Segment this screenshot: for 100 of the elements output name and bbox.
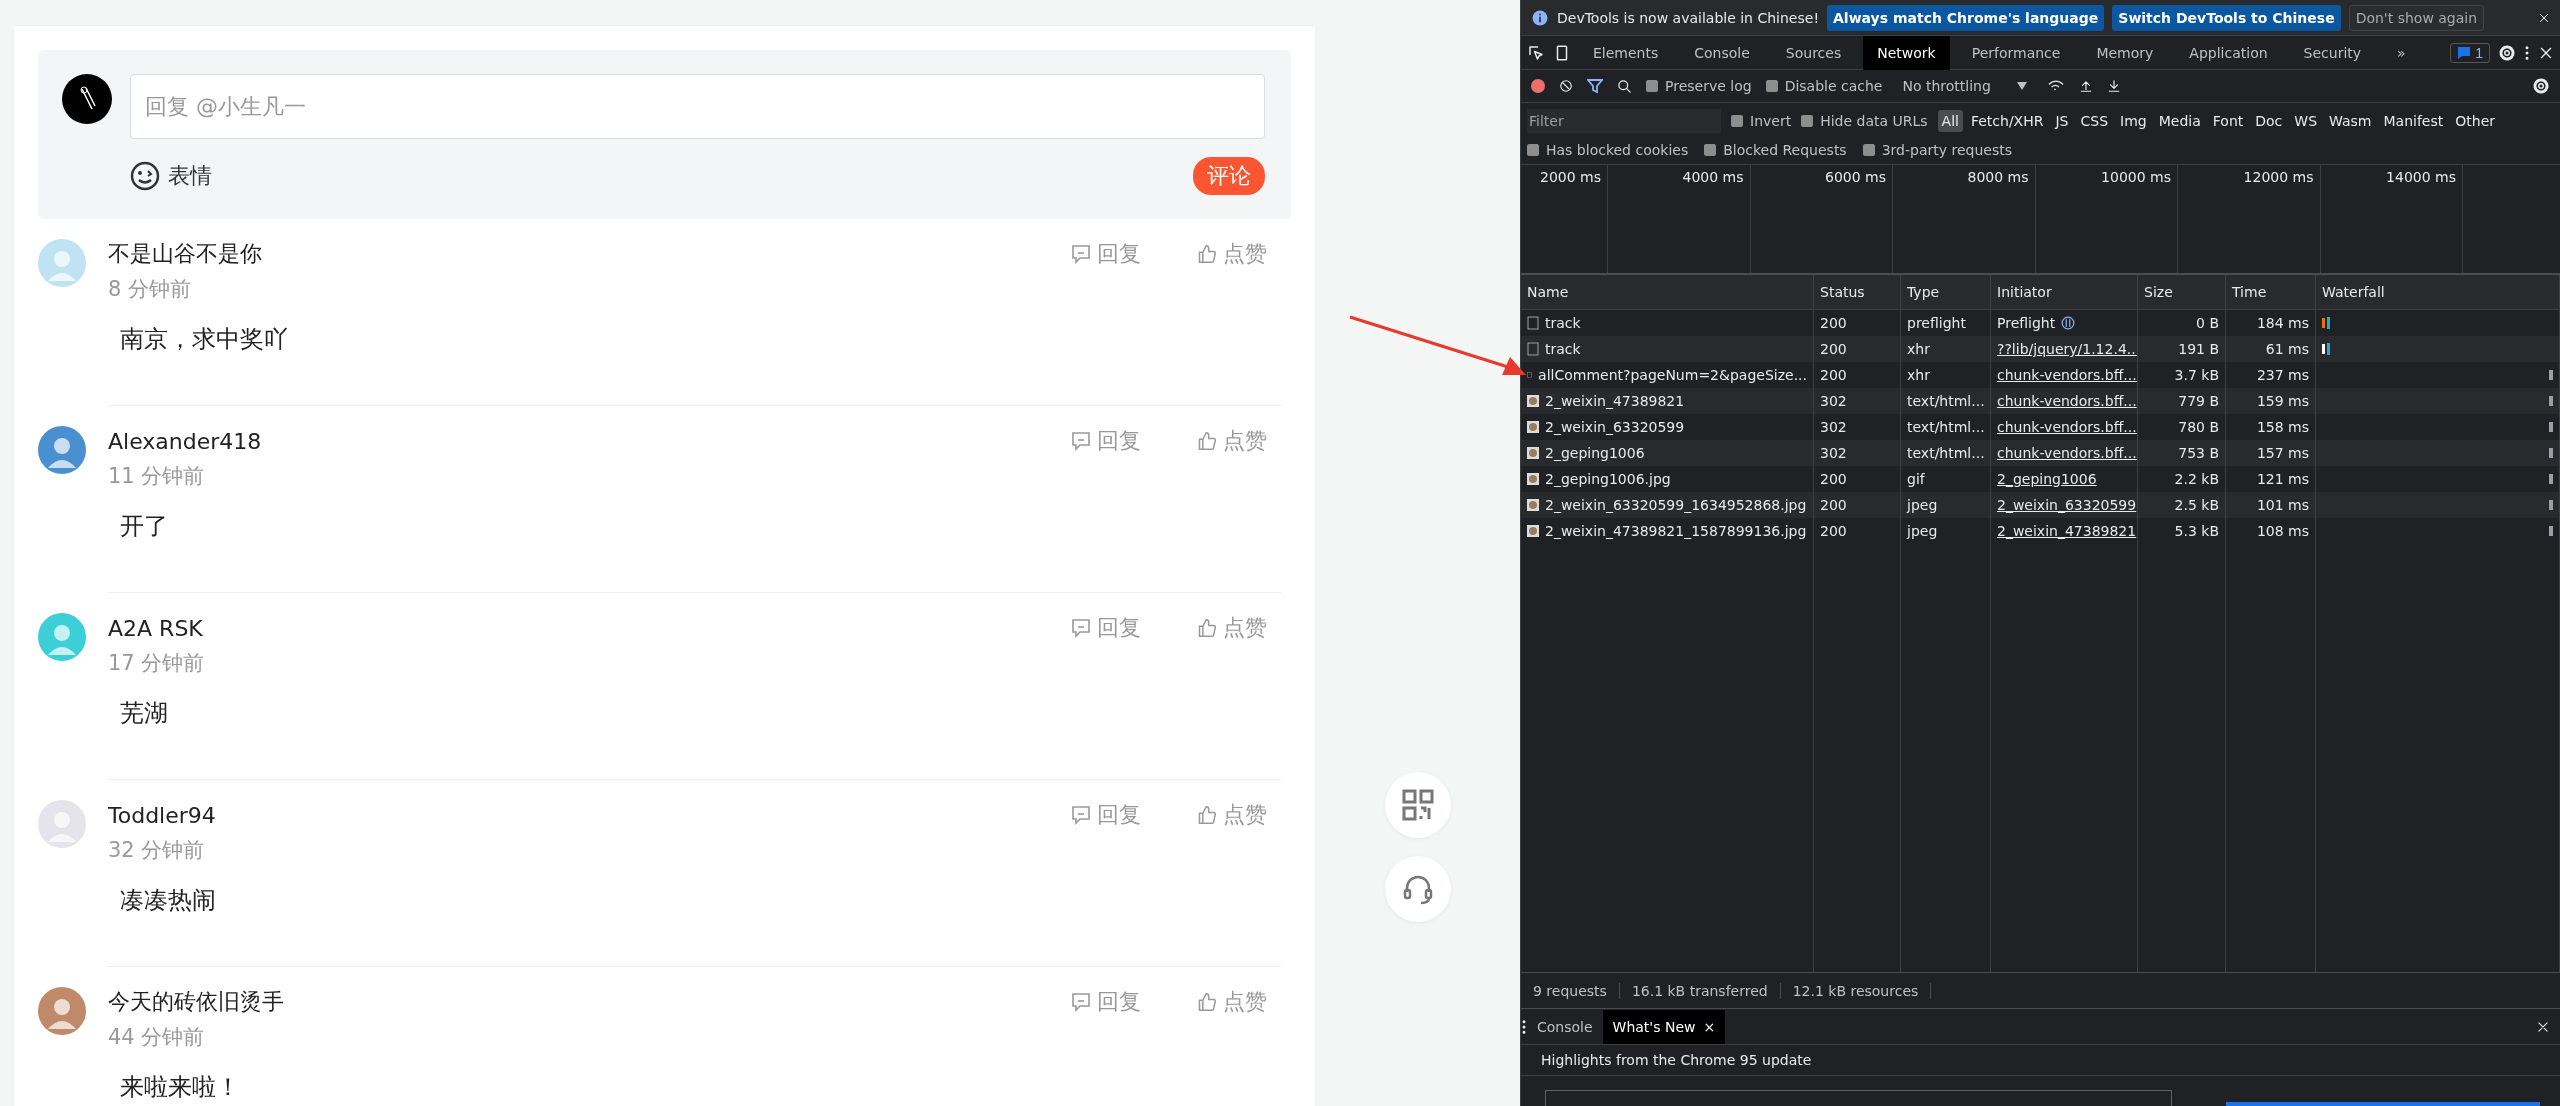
table-cell: 158 ms [2256, 419, 2309, 435]
close-icon[interactable] [2536, 1019, 2550, 1034]
more-tabs-button[interactable]: » [2383, 35, 2420, 70]
resource-type-filter[interactable]: Fetch/XHR [1966, 110, 2048, 132]
more-menu-icon[interactable] [2524, 43, 2530, 62]
initiator-link[interactable]: chunk-vendors.bff... [1997, 367, 2137, 383]
search-icon[interactable] [1617, 78, 1632, 94]
request-name[interactable]: 2_geping1006.jpg [1545, 471, 1671, 487]
timeline-tick: 14000 ms [2386, 169, 2456, 187]
devtools-tab[interactable]: Memory [2082, 35, 2168, 70]
request-name[interactable]: track [1545, 341, 1581, 357]
column-header[interactable]: Initiator [1997, 284, 2052, 300]
issues-button[interactable]: 1 [2450, 42, 2490, 63]
comment-text: 凑凑热闹 [120, 885, 217, 916]
column-header[interactable]: Time [2232, 284, 2267, 300]
request-name[interactable]: 2_weixin_63320599 [1545, 419, 1685, 435]
devtools-tab[interactable]: Performance [1957, 35, 2075, 70]
thumbs-up-icon [1197, 805, 1217, 825]
drawer-tab[interactable]: Console [1527, 1009, 1603, 1044]
close-icon[interactable] [2538, 11, 2550, 24]
reply-input[interactable]: 回复 @小生凡一 [130, 74, 1265, 139]
comment-time: 32 分钟前 [108, 837, 206, 864]
table-cell: 61 ms [2265, 341, 2309, 357]
user-name[interactable]: 不是山谷不是你 [108, 239, 262, 269]
user-name[interactable]: 今天的砖依旧烫手 [108, 987, 284, 1017]
table-cell: preflight [1907, 315, 1966, 331]
column-header[interactable]: Size [2144, 284, 2173, 300]
preserve-log-checkbox[interactable]: Preserve log [1646, 78, 1752, 94]
devtools-tab[interactable]: Elements [1579, 35, 1673, 70]
resource-type-filter[interactable]: Manifest [2379, 110, 2448, 132]
user-name[interactable]: A2A RSK [108, 615, 203, 641]
upload-icon[interactable] [2078, 79, 2093, 93]
table-cell: 157 ms [2256, 445, 2309, 461]
language-button[interactable]: Switch DevTools to Chinese [2112, 4, 2341, 31]
waterfall-bar [2549, 422, 2553, 432]
waterfall-bar [2549, 474, 2553, 484]
initiator-link[interactable]: chunk-vendors.bff... [1997, 419, 2137, 435]
devtools-tab[interactable]: Sources [1771, 35, 1856, 70]
language-button[interactable]: Always match Chrome's language [1827, 4, 2105, 31]
hide-data-urls-checkbox[interactable]: Hide data URLs [1801, 113, 1928, 129]
settings-icon[interactable] [2498, 43, 2516, 62]
resource-type-filter[interactable]: CSS [2076, 110, 2113, 132]
devtools-tab[interactable]: Security [2289, 35, 2376, 70]
resource-type-filter[interactable]: All [1937, 110, 1963, 132]
devtools-tab[interactable]: Console [1680, 35, 1764, 70]
image-thumbnail-icon [1527, 525, 1539, 537]
column-header[interactable]: Name [1527, 284, 1569, 300]
comment-icon [1071, 431, 1091, 451]
close-tab-button[interactable]: × [1703, 1018, 1716, 1035]
waterfall-bar [2322, 317, 2330, 329]
column-header[interactable]: Type [1907, 284, 1940, 300]
filter-input[interactable]: Filter [1527, 109, 1721, 133]
devtools-tab[interactable]: Network [1863, 35, 1950, 70]
emoji-button[interactable]: 表情 [130, 161, 212, 191]
table-cell: 2.5 kB [2174, 497, 2219, 513]
table-cell: 200 [1820, 341, 1847, 357]
request-name[interactable]: track [1545, 315, 1581, 331]
image-thumbnail-icon [1527, 395, 1539, 407]
request-name[interactable]: 2_weixin_47389821_1587899136.jpg [1545, 523, 1807, 539]
initiator-link[interactable]: 2_geping1006 [1997, 471, 2097, 487]
timeline-tick: 10000 ms [2101, 169, 2171, 187]
initiator-link[interactable]: 2_weixin_47389821 [1997, 523, 2137, 539]
settings-icon[interactable] [2532, 77, 2550, 95]
table-cell: 302 [1820, 419, 1847, 435]
request-filter-checkbox[interactable]: Blocked Requests [1704, 142, 1847, 158]
thumbs-up-icon [1197, 618, 1217, 638]
download-icon[interactable] [2106, 79, 2121, 93]
table-cell: gif [1907, 471, 1925, 487]
thumbs-up-icon [1197, 992, 1217, 1012]
filter-icon[interactable] [1587, 78, 1603, 94]
invert-checkbox[interactable]: Invert [1731, 113, 1792, 129]
resource-type-filter[interactable]: Media [2154, 110, 2205, 132]
request-filter-checkbox[interactable]: Has blocked cookies [1527, 142, 1689, 158]
request-name[interactable]: allComment?pageNum=2&pageSize... [1538, 367, 1807, 383]
request-filter-checkbox[interactable]: 3rd-party requests [1862, 142, 2012, 158]
resource-type-filter[interactable]: Img [2116, 110, 2151, 132]
user-name[interactable]: Alexander418 [108, 428, 262, 454]
table-cell: 5.3 kB [2174, 523, 2219, 539]
column-header[interactable]: Waterfall [2322, 284, 2385, 300]
resource-type-filter[interactable]: WS [2290, 110, 2322, 132]
disable-cache-checkbox[interactable]: Disable cache [1765, 78, 1883, 94]
drawer-tab[interactable]: What's New × [1602, 1009, 1726, 1044]
resource-type-filter[interactable]: Wasm [2325, 110, 2376, 132]
dismiss-button[interactable]: Don't show again [2348, 4, 2485, 31]
user-name[interactable]: Toddler94 [108, 802, 216, 828]
inspect-icon[interactable] [1527, 43, 1545, 62]
resource-type-filter[interactable]: Other [2451, 110, 2499, 132]
record-icon[interactable] [1531, 79, 1545, 93]
resource-type-filter[interactable]: JS [2051, 110, 2073, 132]
user-avatar [38, 613, 86, 661]
clear-icon[interactable] [1559, 79, 1573, 93]
user-avatar [62, 74, 112, 124]
comment-time: 17 分钟前 [108, 650, 206, 677]
more-menu-icon[interactable] [1521, 1017, 1527, 1036]
resource-type-filter[interactable]: Doc [2251, 110, 2287, 132]
devtools-tab[interactable]: Application [2175, 35, 2282, 70]
resource-type-filter[interactable]: Font [2208, 110, 2248, 132]
whats-new-headline: Highlights from the Chrome 95 update [1541, 1052, 1812, 1068]
throttling-select[interactable]: No throttling [1896, 77, 2033, 95]
table-cell: 0 B [2196, 315, 2219, 331]
